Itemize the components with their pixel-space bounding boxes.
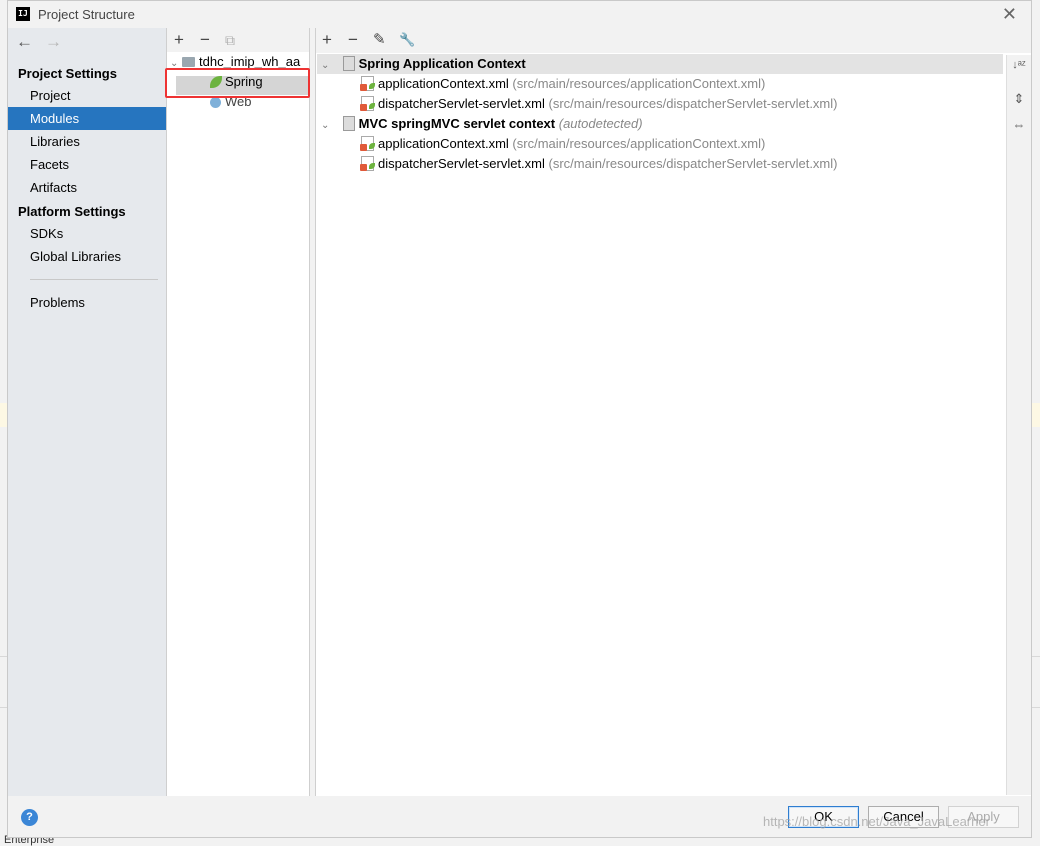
context-icon	[342, 56, 355, 71]
help-icon[interactable]: ?	[21, 809, 38, 826]
chevron-down-icon[interactable]: ⌄	[321, 116, 333, 136]
module-tree-panel: + − ⧉ ⌄ tdhc_imip_wh_aa Spring Web	[167, 28, 310, 796]
spring-xml-icon	[360, 76, 375, 91]
sidebar-item-project[interactable]: Project	[8, 84, 166, 107]
chevron-down-icon[interactable]: ⌄	[170, 54, 182, 74]
file-name: applicationContext.xml	[378, 76, 509, 91]
facet-label: Web	[225, 94, 252, 109]
facet-node-spring[interactable]: Spring	[210, 72, 263, 92]
contexts-toolbar: + − ✎ 🔧	[316, 28, 1031, 53]
back-arrow-icon[interactable]: ←	[16, 32, 33, 51]
wrench-icon[interactable]: 🔧	[399, 29, 415, 51]
spring-xml-icon	[360, 136, 375, 151]
context-file-row[interactable]: dispatcherServlet-servlet.xml (src/main/…	[317, 94, 1040, 114]
module-node[interactable]: ⌄ tdhc_imip_wh_aa	[170, 52, 300, 72]
remove-context-icon[interactable]: −	[348, 29, 358, 51]
sidebar-item-global-libraries[interactable]: Global Libraries	[8, 245, 166, 268]
sidebar-item-libraries[interactable]: Libraries	[8, 130, 166, 153]
collapse-all-icon[interactable]: ⇔	[1011, 117, 1027, 132]
spring-contexts-panel: + − ✎ 🔧 ⌄ Spring Application Context app…	[315, 28, 1031, 796]
context-file-row[interactable]: applicationContext.xml (src/main/resourc…	[317, 74, 1040, 94]
file-path: (src/main/resources/dispatcherServlet-se…	[548, 96, 838, 111]
spring-leaf-icon	[210, 76, 222, 88]
file-path: (src/main/resources/applicationContext.x…	[512, 136, 766, 151]
file-name: dispatcherServlet-servlet.xml	[378, 96, 545, 111]
sort-alphabetically-icon[interactable]: ↓ᵃᶻ	[1011, 59, 1027, 71]
file-name: applicationContext.xml	[378, 136, 509, 151]
context-icon	[342, 116, 355, 131]
facet-label: Spring	[225, 74, 263, 89]
platform-settings-header: Platform Settings	[18, 204, 126, 219]
copy-icon[interactable]: ⧉	[225, 29, 235, 51]
settings-sidebar: ← → Project Settings Project Modules Libr…	[8, 28, 167, 796]
edit-icon[interactable]: ✎	[373, 29, 386, 51]
intellij-icon: IJ	[16, 7, 30, 21]
title-bar: IJ Project Structure ✕	[8, 1, 1031, 28]
project-settings-header: Project Settings	[18, 66, 117, 81]
sidebar-item-modules[interactable]: Modules	[8, 107, 166, 130]
window-title: Project Structure	[38, 7, 135, 22]
facet-node-web[interactable]: Web	[210, 92, 252, 112]
context-row[interactable]: ⌄ MVC springMVC servlet context (autodet…	[317, 114, 1003, 134]
sidebar-item-facets[interactable]: Facets	[8, 153, 166, 176]
context-name: MVC springMVC servlet context	[358, 116, 556, 131]
file-path: (src/main/resources/applicationContext.x…	[512, 76, 766, 91]
forward-arrow-icon[interactable]: →	[45, 32, 62, 51]
add-context-icon[interactable]: +	[322, 29, 332, 51]
expand-all-icon[interactable]: ⇕	[1011, 91, 1027, 107]
file-path: (src/main/resources/dispatcherServlet-se…	[548, 156, 838, 171]
sidebar-item-artifacts[interactable]: Artifacts	[8, 176, 166, 199]
context-file-row[interactable]: dispatcherServlet-servlet.xml (src/main/…	[317, 154, 1040, 174]
context-name: Spring Application Context	[358, 56, 526, 71]
spring-xml-icon	[360, 96, 375, 111]
close-icon[interactable]: ✕	[1002, 4, 1017, 25]
remove-icon[interactable]: −	[200, 29, 210, 51]
navigation-arrows: ← →	[16, 32, 74, 52]
sidebar-divider	[30, 279, 158, 280]
file-name: dispatcherServlet-servlet.xml	[378, 156, 545, 171]
module-name: tdhc_imip_wh_aa	[199, 54, 301, 69]
module-tree-toolbar: + − ⧉	[167, 28, 309, 52]
module-folder-icon	[182, 57, 195, 67]
watermark-text: https://blog.csdn.net/Java_JavaLearner	[763, 814, 990, 829]
web-facet-icon	[210, 97, 221, 108]
autodetected-note: (autodetected)	[558, 116, 643, 131]
spring-xml-icon	[360, 156, 375, 171]
context-row[interactable]: ⌄ Spring Application Context	[317, 54, 1003, 74]
side-toolbar: ↓ᵃᶻ ⇕ ⇔	[1006, 55, 1031, 795]
sidebar-item-sdks[interactable]: SDKs	[8, 222, 166, 245]
sidebar-item-problems[interactable]: Problems	[8, 291, 166, 314]
chevron-down-icon[interactable]: ⌄	[321, 56, 333, 76]
context-file-row[interactable]: applicationContext.xml (src/main/resourc…	[317, 134, 1040, 154]
add-icon[interactable]: +	[174, 29, 184, 51]
project-structure-dialog: IJ Project Structure ✕ ← → Project Settin…	[7, 0, 1032, 838]
